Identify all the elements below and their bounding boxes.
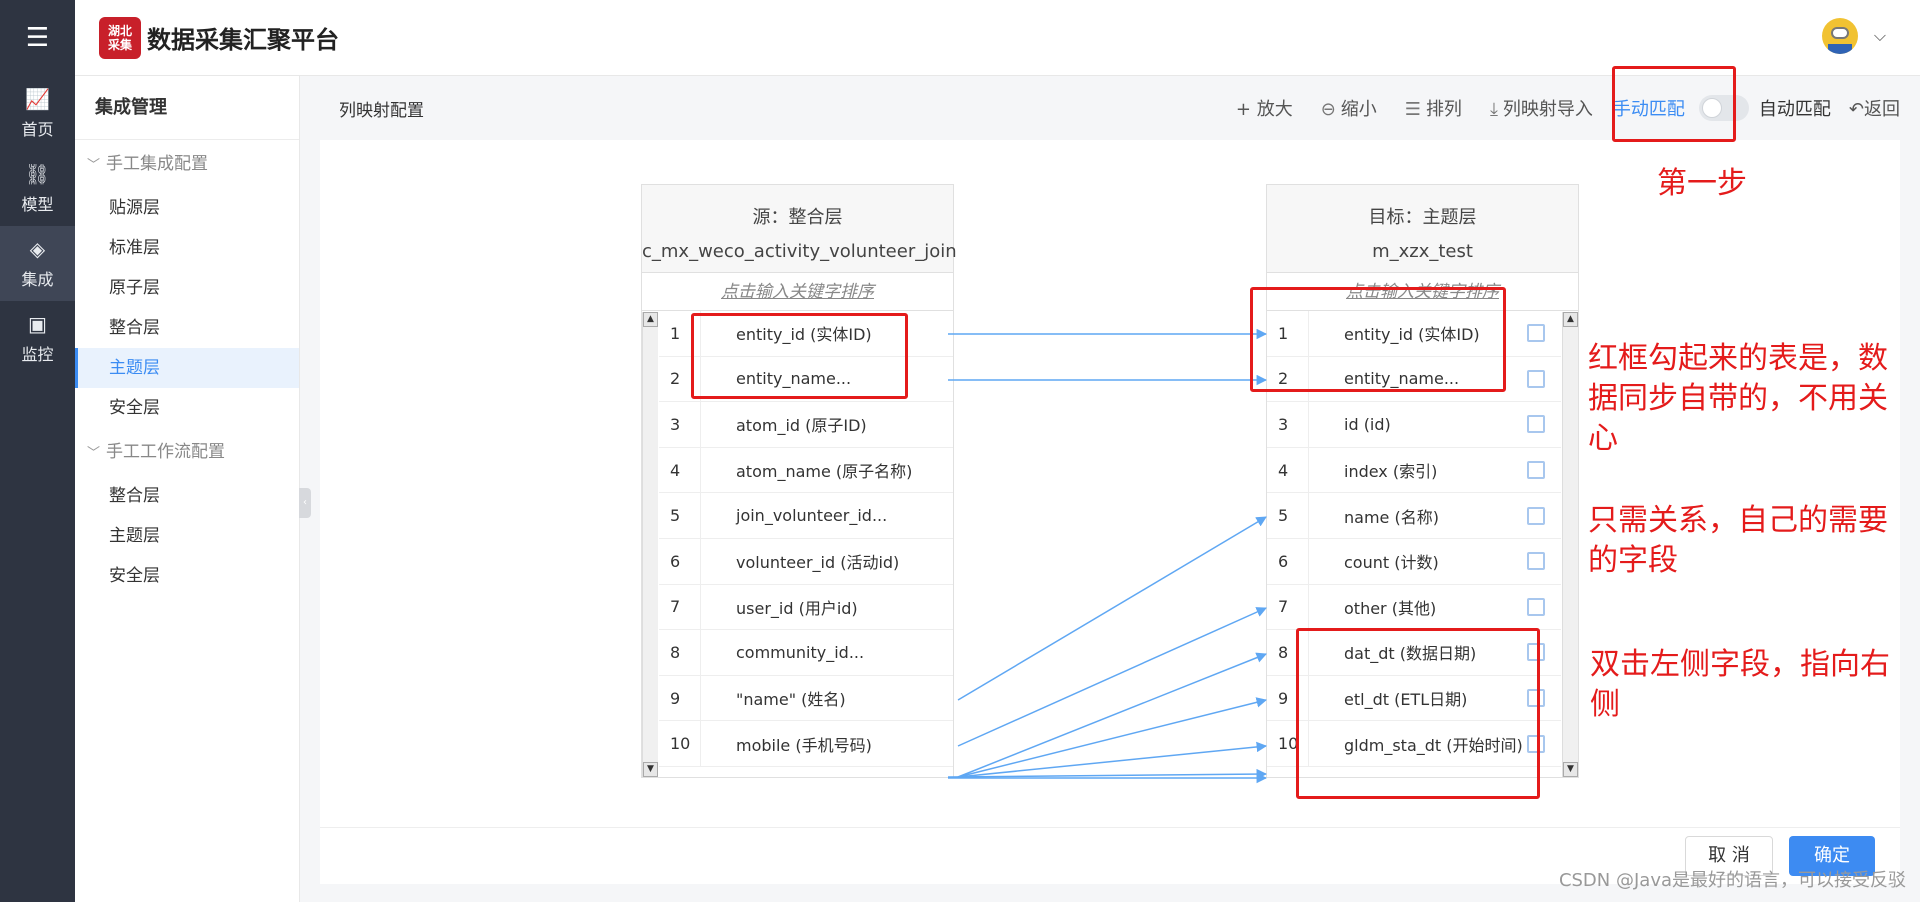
edit-icon[interactable] — [1527, 324, 1545, 343]
top-bar: 湖北 采集 数据采集汇聚平台 ⌵ — [75, 0, 1920, 76]
sidebar-item[interactable]: 整合层 — [75, 308, 299, 348]
source-table: 源：整合层 c_mx_weco_activity_volunteer_join … — [641, 184, 957, 778]
scroll-down-icon[interactable]: ▼ — [643, 762, 658, 777]
left-nav: ☰ 📈 首页 ⛓ 模型 ◈ 集成 ▣ 监控 — [0, 0, 75, 902]
source-scrollbar[interactable]: ▲ ▼ — [642, 312, 658, 777]
annotation-note1: 红框勾起来的表是，数据同步自带的，不用关心 — [1588, 341, 1888, 456]
sidebar-item[interactable]: 安全层 — [75, 556, 299, 596]
nav-item-home[interactable]: 📈 首页 — [0, 76, 75, 151]
annotation-box-source — [691, 313, 908, 399]
sidebar-item[interactable]: 安全层 — [75, 388, 299, 428]
annotation-note2: 只需关系，自己的需要的字段 — [1588, 503, 1888, 578]
chevron-down-icon[interactable]: ⌵ — [1874, 26, 1886, 46]
sidebar-item[interactable]: 主题层 — [75, 516, 299, 556]
scroll-up-icon[interactable]: ▲ — [643, 312, 658, 327]
nav-item-model[interactable]: ⛓ 模型 — [0, 151, 75, 226]
app-root: ☰ 📈 首页 ⛓ 模型 ◈ 集成 ▣ 监控 湖北 采集 数据采集汇聚平台 ⌵ 集成… — [0, 0, 1920, 902]
zoom-in-button[interactable]: + 放大 — [1236, 95, 1293, 121]
target-row[interactable]: 4 index (索引) — [1267, 447, 1561, 494]
source-row[interactable]: 9 "name" (姓名) — [659, 675, 953, 722]
target-row[interactable]: 3 id (id) — [1267, 402, 1561, 448]
toolbar: + 放大 ⊖ 缩小 ☰ 排列 ⤓ 列映射导入 手动匹配 自动匹配 ↶返回 — [1208, 76, 1900, 140]
source-table-name: c_mx_weco_activity_volunteer_join — [642, 241, 957, 262]
edit-icon[interactable] — [1527, 506, 1545, 525]
page-title: 列映射配置 — [339, 100, 424, 121]
sidebar-item[interactable]: 标准层 — [75, 228, 299, 268]
scroll-down-icon[interactable]: ▼ — [1563, 762, 1578, 777]
source-row[interactable]: 5 join_volunteer_id... — [659, 493, 953, 539]
app-title: 数据采集汇聚平台 — [147, 26, 339, 54]
source-row[interactable]: 4 atom_name (原子名称) — [659, 447, 953, 494]
auto-match-label[interactable]: 自动匹配 — [1759, 95, 1831, 121]
menu-toggle-icon[interactable]: ☰ — [0, 0, 75, 76]
annotation-box-target-bottom — [1296, 628, 1540, 799]
nav-label: 首页 — [21, 119, 54, 139]
sidebar-title: 集成管理 — [75, 76, 299, 140]
source-row[interactable]: 8 community_id... — [659, 630, 953, 676]
source-table-header: 源：整合层 c_mx_weco_activity_volunteer_join — [642, 185, 957, 273]
source-title: 源：整合层 — [752, 207, 843, 228]
user-menu[interactable]: ⌵ — [1821, 18, 1886, 54]
sidebar-item[interactable]: 整合层 — [75, 476, 299, 516]
annotation-note3: 双击左侧字段，指向右侧 — [1590, 647, 1890, 722]
source-row[interactable]: 7 user_id (用户id) — [659, 584, 953, 631]
target-scrollbar[interactable]: ▲ ▼ — [1562, 312, 1578, 777]
source-search-input[interactable]: 点击输入关键字排序 — [642, 273, 953, 311]
download-icon: ⤓ — [1489, 99, 1498, 120]
group-label: 手工工作流配置 — [106, 442, 226, 462]
sidebar-collapse-handle[interactable]: ‹ — [299, 488, 311, 518]
watermark: CSDN @Java是最好的语言，可以接受反驳 — [1558, 870, 1906, 891]
app-logo: 湖北 采集 — [99, 16, 141, 59]
edit-icon[interactable] — [1527, 415, 1545, 434]
annotation-step1: 第一步 — [1657, 166, 1747, 201]
import-label: 列映射导入 — [1502, 99, 1593, 120]
undo-icon: ↶ — [1848, 99, 1864, 120]
sidebar-item[interactable]: 原子层 — [75, 268, 299, 308]
source-row[interactable]: 6 volunteer_id (活动id) — [659, 538, 953, 585]
source-row[interactable]: 3 atom_id (原子ID) — [659, 402, 953, 448]
back-button[interactable]: ↶返回 — [1849, 95, 1900, 121]
nav-item-monitor[interactable]: ▣ 监控 — [0, 301, 75, 376]
nav-label: 集成 — [21, 269, 54, 289]
target-row[interactable]: 6 count (计数) — [1267, 538, 1561, 585]
sort-label: 排列 — [1425, 99, 1462, 120]
chevron-down-icon: ﹀ — [87, 446, 101, 461]
edit-icon[interactable] — [1527, 597, 1545, 616]
chart-line-icon: 📈 — [25, 86, 50, 111]
target-title: 目标：主题层 — [1368, 207, 1477, 228]
hierarchy-icon: ⛓ — [24, 161, 51, 186]
sidebar-group-manual-workflow[interactable]: ﹀ 手工工作流配置 — [75, 428, 299, 476]
group-label: 手工集成配置 — [106, 154, 209, 174]
target-row[interactable]: 7 other (其他) — [1267, 584, 1561, 631]
edit-icon[interactable] — [1527, 461, 1545, 480]
target-table-header: 目标：主题层 m_xzx_test — [1267, 185, 1578, 273]
nav-label: 监控 — [21, 344, 54, 364]
edit-icon[interactable] — [1527, 369, 1545, 388]
annotation-box-target-top — [1250, 287, 1506, 392]
source-row[interactable]: 10 mobile (手机号码) — [659, 721, 953, 767]
sort-button[interactable]: ☰ 排列 — [1405, 95, 1462, 121]
annotation-box-toggle — [1612, 66, 1736, 142]
sidebar-item-active[interactable]: 主题层 — [75, 348, 299, 388]
monitor-icon: ▣ — [28, 311, 47, 336]
sidebar: 集成管理 ﹀ 手工集成配置 贴源层 标准层 原子层 整合层 主题层 安全层 ﹀ 手工… — [75, 76, 300, 902]
sidebar-item[interactable]: 贴源层 — [75, 188, 299, 228]
minus-circle-icon: ⊖ — [1320, 99, 1336, 120]
scroll-up-icon[interactable]: ▲ — [1563, 312, 1578, 327]
chevron-down-icon: ﹀ — [87, 158, 101, 173]
zoom-out-button[interactable]: ⊖ 缩小 — [1321, 95, 1377, 121]
zoom-out-label: 缩小 — [1340, 99, 1377, 120]
list-icon: ☰ — [1404, 99, 1421, 120]
target-row[interactable]: 5 name (名称) — [1267, 493, 1561, 539]
edit-icon[interactable] — [1527, 552, 1545, 571]
nav-label: 模型 — [21, 194, 54, 214]
nav-item-integration[interactable]: ◈ 集成 — [0, 226, 75, 301]
import-button[interactable]: ⤓ 列映射导入 — [1490, 95, 1593, 121]
layers-icon: ◈ — [29, 236, 46, 261]
sidebar-group-manual-integration[interactable]: ﹀ 手工集成配置 — [75, 140, 299, 188]
back-label: 返回 — [1864, 99, 1900, 120]
avatar[interactable] — [1821, 18, 1858, 54]
target-table-name: m_xzx_test — [1372, 241, 1473, 262]
